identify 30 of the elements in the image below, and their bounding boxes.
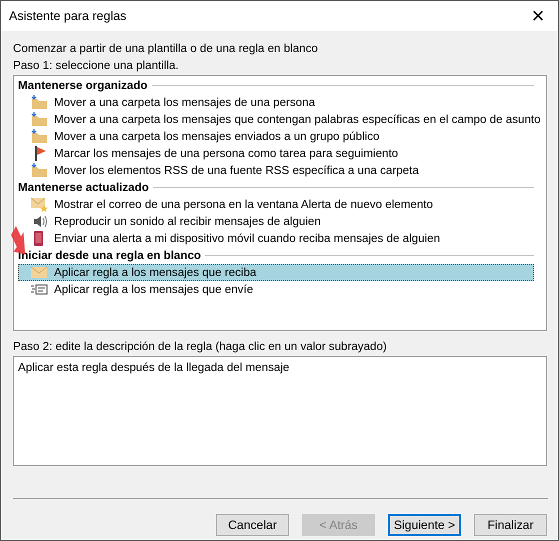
envelope-star-icon	[31, 197, 48, 212]
wizard-button[interactable]: Cancelar	[216, 514, 289, 536]
template-item[interactable]: Mover a una carpeta los mensajes de una persona	[30, 94, 320, 111]
envelope-icon	[31, 265, 48, 280]
template-item[interactable]: Mover a una carpeta los mensajes que contengan palabras específicas en el campo de asunto	[30, 111, 546, 128]
wizard-button[interactable]: Finalizar	[474, 514, 547, 536]
folder-icon	[31, 163, 48, 178]
speaker-icon	[31, 214, 48, 229]
wizard-button[interactable]: Siguiente >	[388, 514, 461, 536]
close-button[interactable]: ×	[518, 1, 558, 31]
group-header: Mantenerse organizado	[18, 78, 148, 94]
folder-icon	[31, 95, 48, 110]
folder-icon	[31, 129, 48, 144]
step-label: Paso 1: seleccione una plantilla.	[13, 58, 180, 74]
template-item[interactable]: Mostrar el correo de una persona en la ventana Alerta de nuevo elemento	[30, 196, 438, 213]
template-item[interactable]: Mover los elementos RSS de una fuente RSS específica a una carpeta	[30, 162, 424, 179]
template-item[interactable]: Aplicar regla a los mensajes que reciba	[18, 264, 534, 281]
group-header: Mantenerse actualizado	[18, 180, 149, 196]
instruction-text: Comenzar a partir de una plantilla o de una regla en blanco	[13, 41, 319, 57]
template-item[interactable]: Marcar los mensajes de una persona como tarea para seguimiento	[30, 145, 404, 162]
group-header: Iniciar desde una regla en blanco	[18, 248, 201, 264]
step-label: Paso 2: edite la descripción de la regla (haga clic en un valor subrayado)	[13, 339, 388, 355]
template-item[interactable]: Aplicar regla a los mensajes que envíe	[30, 281, 258, 298]
template-item[interactable]: Mover a una carpeta los mensajes enviados a un grupo público	[30, 128, 384, 145]
envelope-send-icon	[31, 282, 48, 297]
template-item[interactable]: Enviar una alerta a mi dispositivo móvil cuando reciba mensajes de alguien	[30, 230, 446, 247]
template-item[interactable]: Reproducir un sonido al recibir mensajes de alguien	[30, 213, 326, 230]
window-title: Asistente para reglas	[9, 8, 126, 25]
description-box: Aplicar esta regla después de la llegada del mensaje	[13, 356, 547, 466]
folder-icon	[31, 112, 48, 127]
